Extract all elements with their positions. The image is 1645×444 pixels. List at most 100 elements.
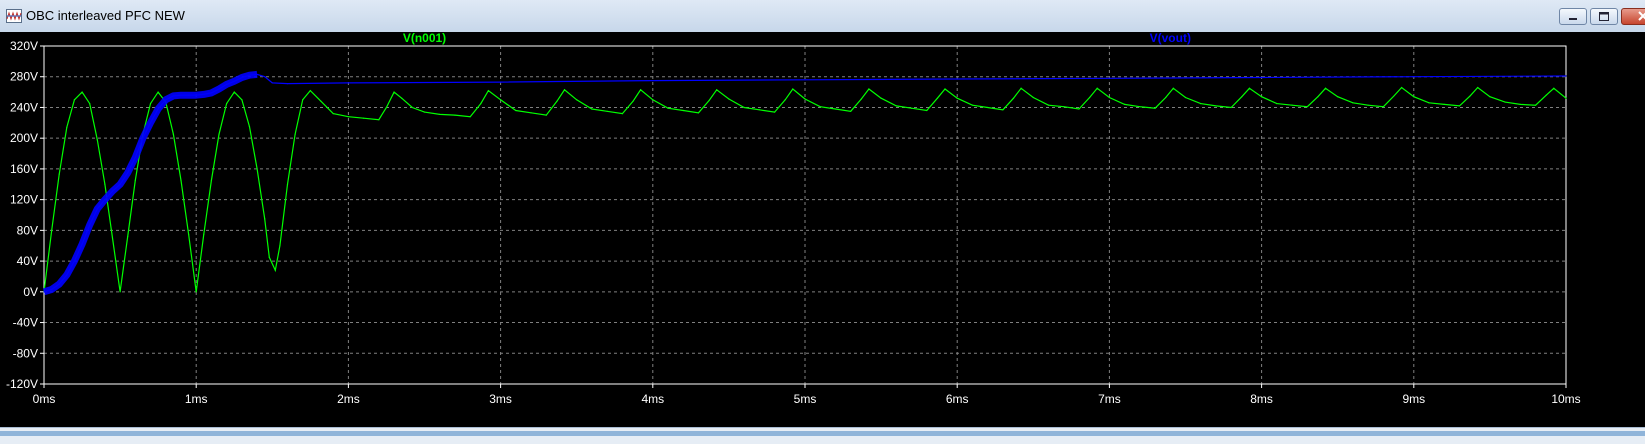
- data-point: [180, 179, 182, 182]
- data-point: [834, 108, 837, 110]
- waveform-plot[interactable]: 320V 280V 240V 200V 160V 120V 80V 40V 0V -40V -80V…: [0, 31, 1645, 427]
- data-point: [987, 106, 989, 109]
- x-tick-label: 6ms: [946, 392, 969, 406]
- data-point: [195, 291, 197, 293]
- data-point: [309, 89, 311, 92]
- data-point: [956, 97, 958, 99]
- data-point: [210, 179, 213, 182]
- data-point: [1108, 77, 1110, 79]
- data-point: [563, 89, 566, 91]
- data-point: [1002, 109, 1004, 111]
- data-point: [1469, 95, 1471, 97]
- data-point: [1108, 96, 1110, 99]
- y-tick-label: 200V: [10, 131, 38, 145]
- data-point: [172, 133, 174, 135]
- data-point: [682, 109, 684, 112]
- data-point: [149, 103, 152, 105]
- x-tick-label: 10ms: [1551, 392, 1580, 406]
- y-tick-label: 160V: [10, 162, 38, 176]
- window-title: OBC interleaved PFC NEW: [26, 8, 185, 23]
- data-point: [910, 107, 913, 109]
- x-axis-tick-labels: 0ms 1ms 2ms 3ms 4ms 5ms 6ms 7ms 8ms 9ms 10ms: [33, 392, 1581, 406]
- y-tick-label: 320V: [10, 39, 38, 53]
- data-point: [1154, 107, 1156, 109]
- data-point: [1428, 102, 1430, 104]
- app-window: OBC interleaved PFC NEW 320V 280V 240V 200V…: [0, 0, 1645, 444]
- data-point: [1215, 105, 1217, 107]
- close-icon: [1638, 11, 1645, 21]
- data-point: [697, 112, 700, 114]
- data-point: [640, 89, 642, 91]
- data-point: [423, 111, 426, 113]
- data-point: [1012, 97, 1015, 99]
- data-point: [1261, 96, 1263, 98]
- data-point: [926, 109, 928, 112]
- data-point: [286, 183, 289, 185]
- trace-legend-vvout[interactable]: V(vout): [1150, 31, 1191, 45]
- data-point: [1489, 96, 1491, 98]
- data-point: [332, 113, 334, 115]
- x-tick-label: 7ms: [1098, 392, 1121, 406]
- data-point: [66, 126, 68, 129]
- y-tick-label: -120V: [6, 377, 38, 391]
- x-tick-label: 3ms: [489, 392, 512, 406]
- data-point: [226, 103, 228, 105]
- data-point: [758, 109, 760, 111]
- data-point: [860, 98, 862, 100]
- maximize-button[interactable]: [1590, 8, 1618, 25]
- data-point: [936, 97, 939, 99]
- data-point: [469, 116, 471, 118]
- data-point: [1477, 86, 1479, 89]
- data-point: [1276, 103, 1278, 105]
- trace-legend-vn001[interactable]: V(n001): [403, 31, 446, 45]
- data-point: [1172, 87, 1174, 89]
- data-point: [51, 230, 53, 232]
- x-tick-label: 8ms: [1250, 392, 1273, 406]
- minimize-button[interactable]: [1559, 8, 1587, 25]
- data-point: [320, 100, 322, 102]
- data-point: [545, 114, 547, 116]
- data-point: [1096, 87, 1098, 89]
- data-point: [393, 91, 395, 93]
- data-point: [264, 218, 266, 220]
- title-bar[interactable]: OBC interleaved PFC NEW: [0, 0, 1645, 33]
- data-point: [1324, 87, 1327, 89]
- data-point: [302, 99, 304, 101]
- data-point: [439, 113, 441, 115]
- y-tick-label: -40V: [13, 316, 38, 330]
- data-point: [1032, 96, 1034, 99]
- data-point: [241, 99, 243, 101]
- data-point: [1367, 104, 1369, 106]
- data-point: [804, 79, 806, 81]
- waveform-plot-pane[interactable]: 320V 280V 240V 200V 160V 120V 80V 40V 0V -40V -80V…: [0, 31, 1645, 427]
- data-point: [96, 139, 98, 141]
- data-point: [1337, 96, 1339, 98]
- minimize-icon: [1569, 18, 1577, 20]
- data-point: [1565, 97, 1567, 99]
- x-tick-label: 2ms: [337, 392, 360, 406]
- data-point: [1401, 86, 1403, 89]
- data-point: [1443, 103, 1445, 105]
- data-point: [1565, 75, 1567, 77]
- data-point: [1020, 87, 1022, 89]
- data-point: [1553, 87, 1555, 89]
- data-point: [784, 99, 786, 101]
- data-point: [401, 97, 403, 99]
- data-point: [1306, 106, 1308, 108]
- data-point: [1352, 102, 1354, 104]
- data-point: [743, 106, 745, 109]
- data-point: [347, 82, 349, 84]
- data-point: [1261, 76, 1263, 79]
- data-point: [850, 110, 852, 112]
- data-point: [1291, 104, 1293, 106]
- data-point: [792, 88, 794, 90]
- data-point: [378, 119, 380, 121]
- data-point: [119, 291, 121, 293]
- y-tick-label: 280V: [10, 70, 38, 84]
- trace-legend[interactable]: V(n001) V(vout): [403, 31, 1191, 45]
- data-point: [1382, 106, 1384, 108]
- maximize-icon: [1599, 12, 1609, 21]
- close-button[interactable]: [1621, 8, 1645, 25]
- data-point: [1458, 105, 1461, 107]
- data-point: [1413, 96, 1415, 98]
